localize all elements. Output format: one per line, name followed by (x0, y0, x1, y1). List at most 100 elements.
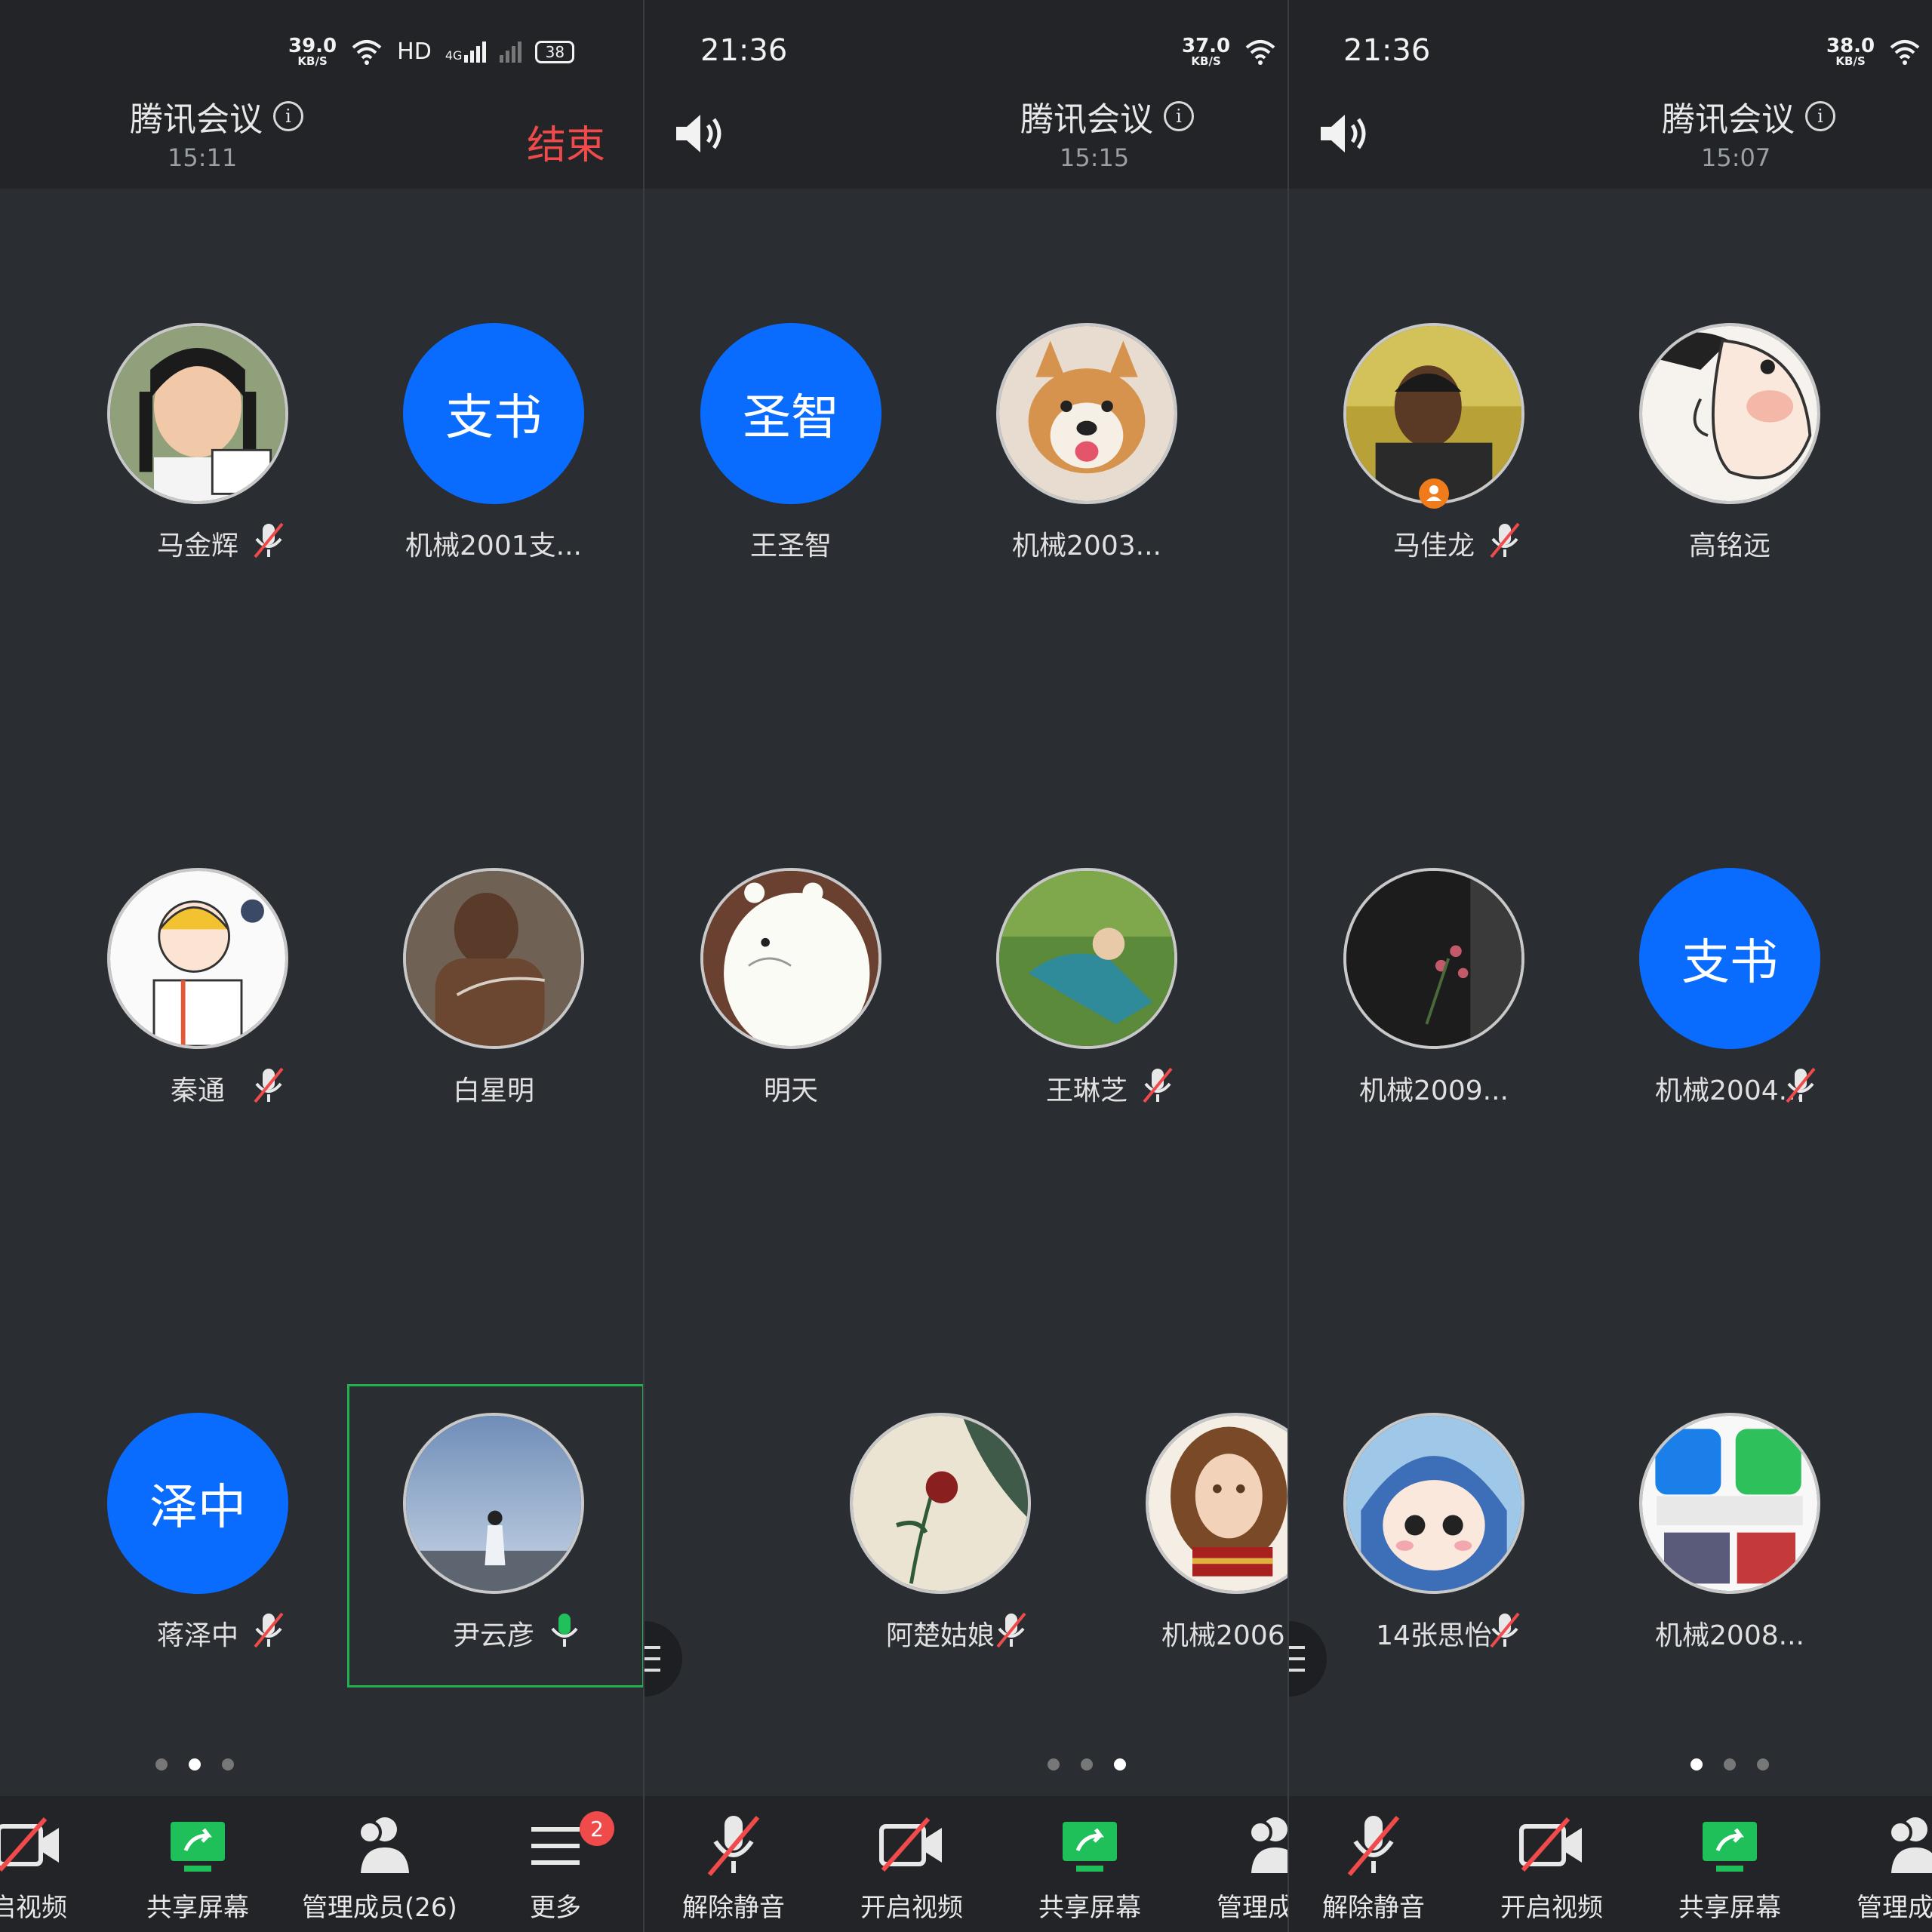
participant-tile[interactable]: 支书 机械2004... (1639, 868, 1835, 1117)
participant-list-button[interactable] (645, 1621, 682, 1697)
battery-icon: 38 (535, 40, 575, 63)
share-screen-button[interactable]: 共享屏幕 (1014, 1811, 1165, 1924)
participant-tile[interactable]: 机械2008... (1639, 1413, 1835, 1662)
page-indicator[interactable] (1048, 1758, 1126, 1770)
meeting-title[interactable]: 腾讯会议 i (1662, 92, 1835, 140)
mic-muted-icon (1786, 1067, 1816, 1103)
page-dot[interactable] (222, 1758, 234, 1770)
start-video-button[interactable]: 开启视频 (836, 1811, 987, 1924)
top-bar: 39.0 KB/S HD 4G 38 腾讯会议 i 15:11 结束 (0, 0, 643, 189)
participant-tile[interactable]: 机械2009... (1343, 868, 1540, 1117)
status-bar: 39.0 KB/S HD 4G 38 (288, 36, 575, 67)
participant-tile[interactable]: 马金辉 (107, 323, 303, 572)
info-icon[interactable]: i (273, 101, 303, 131)
mic-off-icon (707, 1816, 760, 1876)
participant-name: 王琳芝 (1045, 1075, 1128, 1106)
avatar-initials: 支书 (403, 323, 584, 504)
participant-name: 机械2009... (1359, 1075, 1509, 1106)
participant-tile[interactable]: 机械2003... (996, 323, 1192, 572)
list-icon (1289, 1646, 1305, 1672)
share-screen-icon (1063, 1822, 1117, 1872)
participant-tile[interactable]: 阿楚姑娘 (850, 1413, 1046, 1662)
avatar-initials: 圣智 (700, 323, 881, 504)
info-icon[interactable]: i (1805, 101, 1835, 131)
signal-4g-icon: 4G (445, 41, 487, 63)
mic-muted-icon (1490, 1612, 1520, 1648)
start-video-button[interactable]: 启视频 (0, 1811, 104, 1924)
manage-members-button[interactable]: 管理成员 (1832, 1811, 1932, 1924)
info-icon[interactable]: i (1164, 101, 1194, 131)
end-meeting-button[interactable]: 结束 (527, 113, 605, 170)
more-button[interactable]: 更多 2 (480, 1811, 631, 1924)
video-off-icon (0, 1817, 59, 1872)
page-dot[interactable] (1724, 1758, 1736, 1770)
avatar (850, 1413, 1031, 1594)
participant-name: 秦通 (170, 1075, 225, 1106)
participant-name: 白星明 (452, 1075, 534, 1106)
avatar (1343, 868, 1524, 1049)
meeting-title[interactable]: 腾讯会议 i (1020, 92, 1194, 140)
video-off-icon (1519, 1817, 1582, 1872)
notification-badge: 2 (580, 1811, 614, 1846)
participant-tile[interactable]: 14张思怡 (1343, 1413, 1540, 1662)
page-dot[interactable] (1081, 1758, 1093, 1770)
page-dot-active[interactable] (1114, 1758, 1126, 1770)
share-screen-button[interactable]: 共享屏幕 (1654, 1811, 1805, 1924)
wifi-icon (1245, 39, 1275, 65)
page-dot[interactable] (155, 1758, 168, 1770)
status-bar: 37.0 KB/S (1182, 36, 1277, 67)
members-icon (1248, 1817, 1287, 1873)
manage-members-button[interactable]: 管理成员(26) (302, 1811, 457, 1924)
participant-name: 明天 (763, 1075, 818, 1106)
manage-members-button[interactable]: 管理成员 (1192, 1811, 1287, 1924)
participant-name: 机械2001支... (405, 531, 582, 561)
participant-tile[interactable]: 秦通 (107, 868, 303, 1117)
clock: 21:36 (700, 33, 788, 68)
participant-tile[interactable]: 马佳龙 (1343, 323, 1540, 572)
members-icon (1888, 1817, 1932, 1873)
avatar (107, 868, 288, 1049)
share-screen-button[interactable]: 共享屏幕 (122, 1811, 273, 1924)
members-icon (358, 1817, 409, 1873)
start-video-button[interactable]: 开启视频 (1476, 1811, 1627, 1924)
participant-tile[interactable]: 高铭远 (1639, 323, 1835, 572)
avatar (1639, 323, 1820, 504)
mic-off-icon (1347, 1816, 1400, 1876)
meeting-title[interactable]: 腾讯会议 i (130, 92, 303, 140)
avatar (1639, 1413, 1820, 1594)
speaker-icon[interactable] (672, 112, 732, 155)
page-dot[interactable] (1757, 1758, 1769, 1770)
participant-tile[interactable]: 明天 (700, 868, 897, 1117)
participant-tile[interactable]: 白星明 (403, 868, 599, 1117)
avatar (996, 868, 1177, 1049)
network-speed: 38.0 (1826, 35, 1875, 57)
unmute-button[interactable]: 解除静音 (658, 1811, 809, 1924)
speaker-icon[interactable] (1316, 112, 1377, 155)
avatar-initials: 泽中 (107, 1413, 288, 1594)
meeting-screen-2: 21:36 37.0 KB/S 腾讯会议 i 15:15 圣智 王圣智 机械2003… (645, 0, 1287, 1932)
status-bar: 38.0 KB/S (1826, 36, 1921, 67)
page-indicator[interactable] (155, 1758, 234, 1770)
participant-tile[interactable]: 尹云彦 (403, 1413, 599, 1662)
participant-tile[interactable]: 机械2006... (1146, 1413, 1287, 1662)
unmute-button[interactable]: 解除静音 (1298, 1811, 1449, 1924)
page-indicator[interactable] (1690, 1758, 1769, 1770)
page-dot-active[interactable] (1690, 1758, 1703, 1770)
participant-name: 蒋泽中 (156, 1620, 238, 1651)
avatar (403, 1413, 584, 1594)
network-speed: 37.0 (1182, 35, 1231, 57)
mic-muted-icon (1143, 1067, 1173, 1103)
avatar (403, 868, 584, 1049)
avatar (1146, 1413, 1287, 1594)
participant-tile[interactable]: 支书 机械2001支... (403, 323, 599, 572)
participant-tile[interactable]: 泽中 蒋泽中 (107, 1413, 303, 1662)
participant-tile[interactable]: 王琳芝 (996, 868, 1192, 1117)
participant-tile[interactable]: 圣智 王圣智 (700, 323, 897, 572)
participant-name: 14张思怡 (1376, 1620, 1492, 1651)
share-screen-icon (1703, 1822, 1757, 1872)
page-dot[interactable] (1048, 1758, 1060, 1770)
avatar (996, 323, 1177, 504)
host-badge-icon (1419, 478, 1449, 509)
page-dot-active[interactable] (189, 1758, 201, 1770)
top-bar: 21:36 38.0 KB/S 腾讯会议 i 15:07 (1289, 0, 1932, 189)
